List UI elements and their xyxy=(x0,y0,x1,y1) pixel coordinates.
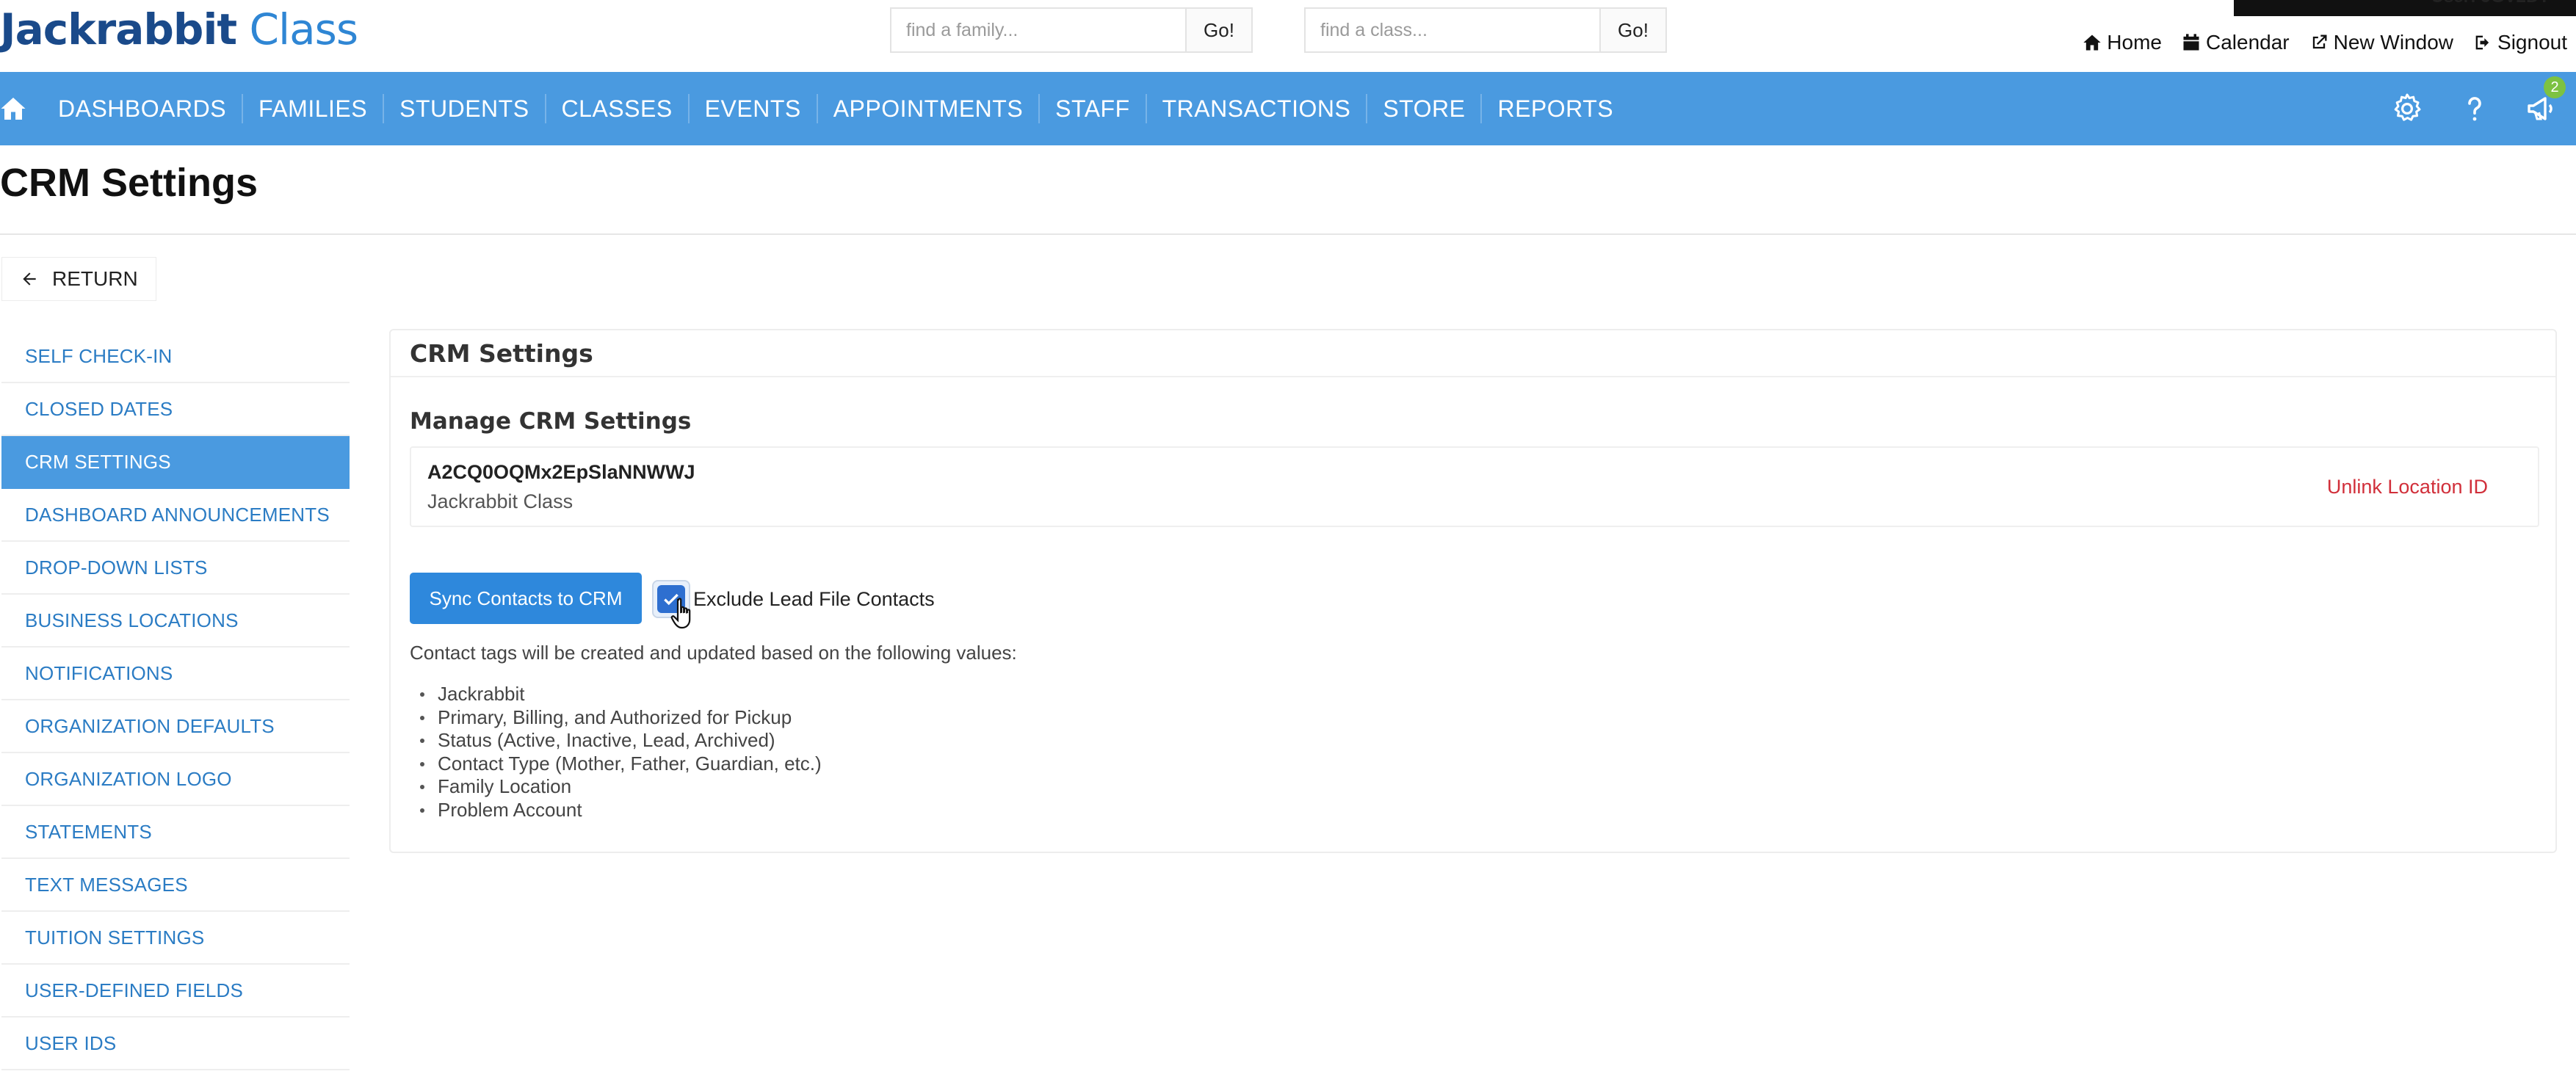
external-link-icon xyxy=(2312,35,2327,49)
hand-cursor-icon xyxy=(670,598,691,629)
sidebar-item-business-locations[interactable]: BUSINESS LOCATIONS xyxy=(1,595,350,648)
top-links: Home Calendar New Window Signout xyxy=(2082,31,2567,54)
page-title: CRM Settings xyxy=(0,161,258,205)
announcements-button[interactable]: 2 xyxy=(2508,72,2576,145)
sidebar-item-crm-settings[interactable]: CRM SETTINGS xyxy=(1,436,350,489)
nav-item-appointments[interactable]: APPOINTMENTS xyxy=(818,94,1041,123)
location-id: A2CQ0OQMx2EpSlaNNWWJ xyxy=(427,461,695,483)
sidebar-item-organization-logo[interactable]: ORGANIZATION LOGO xyxy=(1,753,350,806)
family-search-input[interactable] xyxy=(891,9,1185,51)
signout-icon xyxy=(2475,35,2489,50)
calendar-link-label: Calendar xyxy=(2206,31,2290,54)
crm-settings-panel: CRM Settings Manage CRM Settings A2CQ0OQ… xyxy=(389,329,2557,853)
main-nav: DASHBOARDS FAMILIES STUDENTS CLASSES EVE… xyxy=(0,72,2576,145)
family-search: Go! xyxy=(890,7,1253,53)
calendar-link[interactable]: Calendar xyxy=(2181,31,2290,54)
home-icon xyxy=(2083,35,2101,51)
exclude-lead-contacts-label: Exclude Lead File Contacts xyxy=(693,587,935,610)
list-item: Contact Type (Mother, Father, Guardian, … xyxy=(410,752,822,776)
nav-item-families[interactable]: FAMILIES xyxy=(243,94,385,123)
home-link-label: Home xyxy=(2107,31,2162,54)
gear-icon xyxy=(2394,93,2421,121)
manage-crm-heading: Manage CRM Settings xyxy=(410,408,692,435)
sidebar-item-dashboard-announcements[interactable]: DASHBOARD ANNOUNCEMENTS xyxy=(1,489,350,542)
list-item: Primary, Billing, and Authorized for Pic… xyxy=(410,706,822,730)
title-divider xyxy=(0,233,2576,235)
home-icon[interactable] xyxy=(0,95,26,122)
return-button-label: RETURN xyxy=(52,267,138,290)
notification-badge: 2 xyxy=(2544,76,2566,98)
sidebar-item-notifications[interactable]: NOTIFICATIONS xyxy=(1,648,350,700)
home-link[interactable]: Home xyxy=(2082,31,2162,54)
top-header: Jackrabbit Class Go! Go! User: JGV2DT Ho… xyxy=(0,0,2576,72)
signout-link[interactable]: Signout xyxy=(2472,31,2567,54)
sidebar-item-statements[interactable]: STATEMENTS xyxy=(1,806,350,859)
unlink-location-link[interactable]: Unlink Location ID xyxy=(2327,476,2488,498)
panel-heading: CRM Settings xyxy=(391,330,2555,377)
settings-button[interactable] xyxy=(2373,72,2441,145)
sidebar-item-self-check-in[interactable]: SELF CHECK-IN xyxy=(1,330,350,383)
sidebar-item-drop-down-lists[interactable]: DROP-DOWN LISTS xyxy=(1,542,350,595)
arrow-left-icon xyxy=(23,272,36,286)
app-logo[interactable]: Jackrabbit Class xyxy=(0,4,358,54)
sidebar-item-organization-defaults[interactable]: ORGANIZATION DEFAULTS xyxy=(1,700,350,753)
nav-item-staff[interactable]: STAFF xyxy=(1040,94,1147,123)
new-window-link-label: New Window xyxy=(2333,31,2454,54)
nav-item-store[interactable]: STORE xyxy=(1367,94,1483,123)
family-search-go-button[interactable]: Go! xyxy=(1185,9,1251,51)
logo-light-text: Class xyxy=(236,4,358,54)
nav-item-students[interactable]: STUDENTS xyxy=(384,94,546,123)
calendar-icon xyxy=(2183,34,2199,51)
list-item: Jackrabbit xyxy=(410,683,822,706)
nav-menu: DASHBOARDS FAMILIES STUDENTS CLASSES EVE… xyxy=(43,72,1629,145)
help-button[interactable] xyxy=(2441,72,2508,145)
logo-bold-text: Jackrabbit xyxy=(0,4,237,54)
sidebar-item-tuition-settings[interactable]: TUITION SETTINGS xyxy=(1,912,350,965)
class-search-go-button[interactable]: Go! xyxy=(1599,9,1665,51)
contact-tags-list: Jackrabbit Primary, Billing, and Authori… xyxy=(410,683,822,822)
sidebar-item-closed-dates[interactable]: CLOSED DATES xyxy=(1,383,350,436)
sidebar-item-user-defined-fields[interactable]: USER-DEFINED FIELDS xyxy=(1,965,350,1018)
list-item: Problem Account xyxy=(410,799,822,822)
signout-link-label: Signout xyxy=(2497,31,2567,54)
sync-contacts-button[interactable]: Sync Contacts to CRM xyxy=(410,573,642,624)
nav-tools: 2 xyxy=(2373,72,2576,145)
sidebar-item-text-messages[interactable]: TEXT MESSAGES xyxy=(1,859,350,912)
location-name: Jackrabbit Class xyxy=(427,490,574,512)
sidebar-item-user-ids[interactable]: USER IDS xyxy=(1,1018,350,1070)
nav-item-classes[interactable]: CLASSES xyxy=(546,94,690,123)
list-item: Status (Active, Inactive, Lead, Archived… xyxy=(410,729,822,752)
settings-sidebar: SELF CHECK-IN CLOSED DATES CRM SETTINGS … xyxy=(1,330,350,1070)
return-button[interactable]: RETURN xyxy=(1,257,156,301)
nav-item-dashboards[interactable]: DASHBOARDS xyxy=(43,94,244,123)
tags-intro-text: Contact tags will be created and updated… xyxy=(410,642,1017,664)
linked-location-row: A2CQ0OQMx2EpSlaNNWWJ Jackrabbit Class Un… xyxy=(410,446,2539,527)
class-search: Go! xyxy=(1304,7,1667,53)
new-window-link[interactable]: New Window xyxy=(2309,31,2453,54)
user-label: User: JGV2DT xyxy=(2431,0,2550,7)
nav-item-transactions[interactable]: TRANSACTIONS xyxy=(1147,94,1368,123)
nav-item-reports[interactable]: REPORTS xyxy=(1482,94,1629,123)
list-item: Family Location xyxy=(410,775,822,799)
nav-item-events[interactable]: EVENTS xyxy=(690,94,818,123)
class-search-input[interactable] xyxy=(1306,9,1599,51)
question-icon xyxy=(2468,97,2481,121)
